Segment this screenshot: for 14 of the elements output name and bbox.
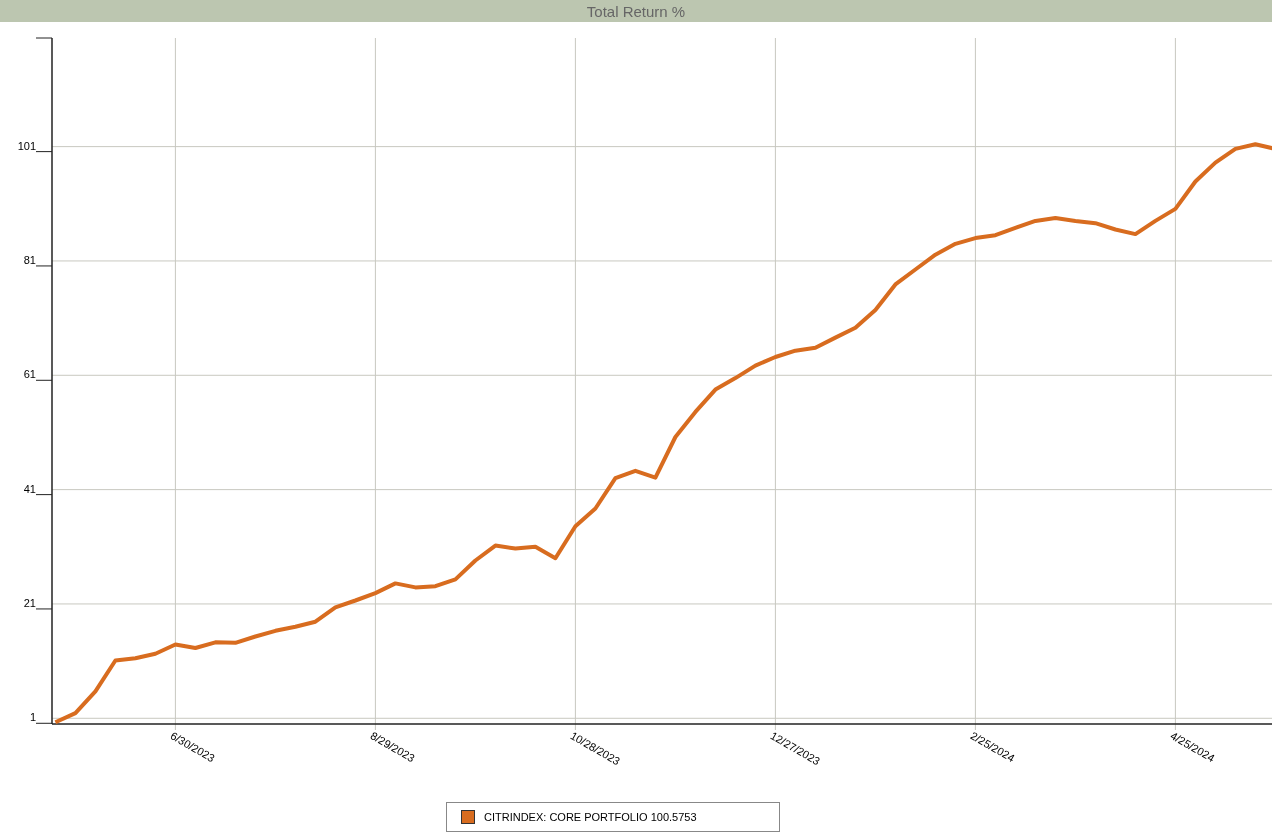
y-tick-label: 101 [17, 139, 36, 152]
y-tick-label: 81 [23, 253, 36, 266]
y-tick-label: 61 [23, 368, 36, 381]
y-tick-mark [35, 265, 53, 267]
y-tick-mark [35, 608, 53, 610]
y-tick-mark [35, 151, 53, 153]
y-tick-mark [35, 722, 53, 724]
chart-title: Total Return % [0, 0, 1272, 22]
y-tick-mark [35, 379, 53, 381]
y-tick-label: 21 [23, 596, 36, 609]
y-tick-label: 1 [29, 711, 36, 724]
y-tick-mark [35, 494, 53, 496]
legend-label: CITRINDEX: CORE PORTFOLIO 100.5753 [484, 811, 697, 823]
y-tick-label: 41 [23, 482, 36, 495]
